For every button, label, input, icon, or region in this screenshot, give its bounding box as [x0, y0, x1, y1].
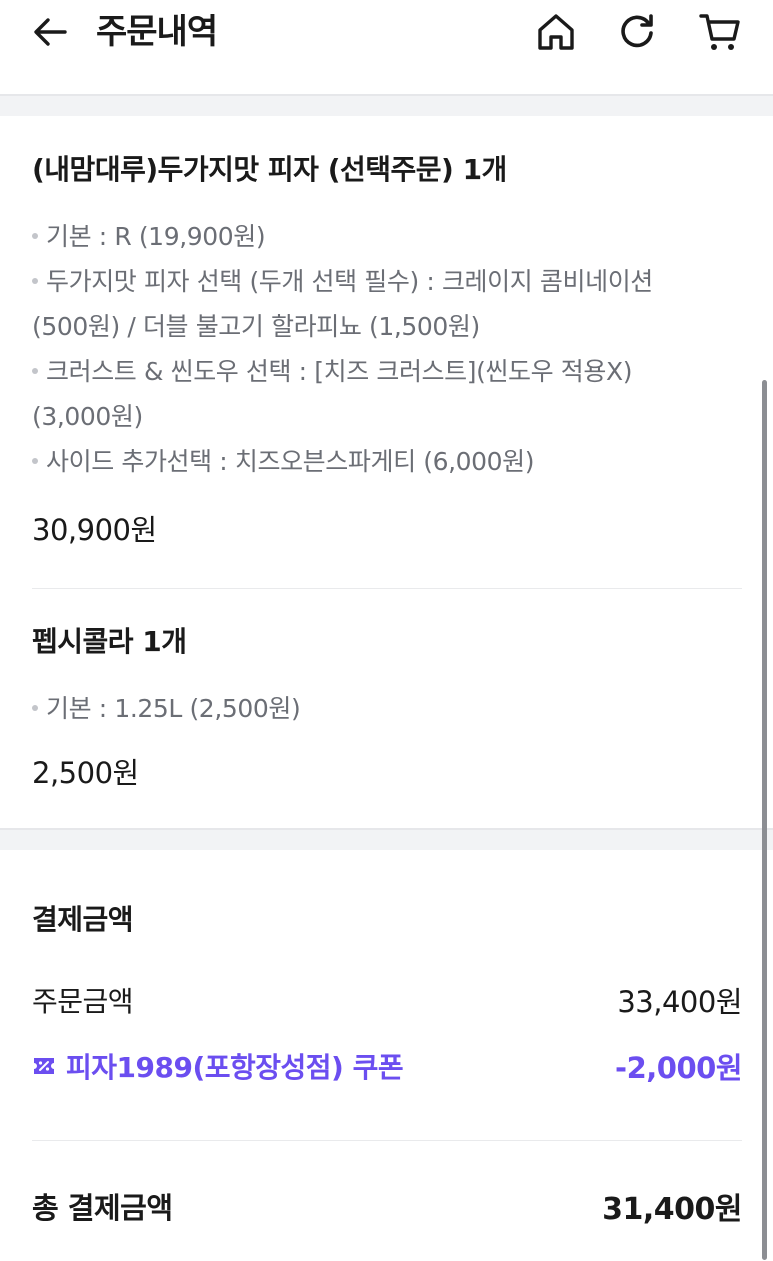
- coupon-icon: [32, 1055, 56, 1077]
- order-amount-row: 주문금액 33,400원: [32, 978, 742, 1022]
- option-line: 사이드 추가선택 : 치즈오븐스파게티 (6,000원): [32, 439, 742, 484]
- arrow-left-icon: [34, 18, 67, 46]
- refresh-icon: [621, 14, 653, 48]
- item-title: (내맘대루)두가지맛 피자 (선택주문) 1개: [32, 153, 507, 186]
- option-line: 두가지맛 피자 선택 (두개 선택 필수) : 크레이지 콤비네이션: [32, 259, 742, 304]
- total-amount-row: 총 결제금액 31,400원: [32, 1184, 742, 1228]
- back-button[interactable]: [30, 12, 70, 52]
- vertical-scrollbar[interactable]: [762, 380, 767, 1260]
- option-text: 기본 : R (19,900원): [46, 222, 266, 251]
- cart-icon: [699, 14, 740, 50]
- option-list: 기본 : 1.25L (2,500원): [32, 686, 742, 731]
- item-divider: [32, 588, 742, 589]
- bullet-dot: [32, 458, 38, 464]
- option-text: 사이드 추가선택 : 치즈오븐스파게티 (6,000원): [46, 447, 535, 476]
- option-text: 크러스트 & 씬도우 선택 : [치즈 크러스트](씬도우 적용X): [46, 357, 633, 386]
- option-text: (500원) / 더블 불고기 할라피뇨 (1,500원): [32, 312, 480, 341]
- item-price: 30,900원: [32, 513, 157, 547]
- total-amount-label: 총 결제금액: [32, 1191, 173, 1225]
- total-divider: [32, 1140, 742, 1141]
- cart-button[interactable]: [698, 10, 742, 54]
- item-price: 2,500원: [32, 756, 139, 790]
- bullet-dot: [32, 278, 38, 284]
- order-history-page: 주문내역 (내맘대루)두가지맛 피자 (선택주문) 1개 기본 : R (19,…: [0, 0, 773, 1261]
- home-button[interactable]: [534, 10, 578, 54]
- coupon-label-group: 피자1989(포항장성점) 쿠폰: [32, 1046, 404, 1086]
- option-text: (3,000원): [32, 402, 143, 431]
- option-line-continued: (3,000원): [32, 394, 742, 439]
- page-title: 주문내역: [96, 12, 218, 52]
- option-list: 기본 : R (19,900원) 두가지맛 피자 선택 (두개 선택 필수) :…: [32, 214, 742, 484]
- bullet-dot: [32, 705, 38, 711]
- option-line: 기본 : 1.25L (2,500원): [32, 686, 742, 731]
- refresh-button[interactable]: [615, 10, 659, 54]
- option-line: 크러스트 & 씬도우 선택 : [치즈 크러스트](씬도우 적용X): [32, 349, 742, 394]
- option-line-continued: (500원) / 더블 불고기 할라피뇨 (1,500원): [32, 304, 742, 349]
- bullet-dot: [32, 368, 38, 374]
- coupon-discount-value: -2,000원: [615, 1051, 742, 1085]
- total-amount-value: 31,400원: [602, 1192, 742, 1227]
- payment-section-title: 결제금액: [32, 903, 134, 936]
- order-amount-value: 33,400원: [617, 985, 742, 1019]
- option-line: 기본 : R (19,900원): [32, 214, 742, 259]
- coupon-row: 피자1989(포항장성점) 쿠폰 -2,000원: [32, 1044, 742, 1088]
- order-amount-label: 주문금액: [32, 985, 134, 1018]
- option-text: 두가지맛 피자 선택 (두개 선택 필수) : 크레이지 콤비네이션: [46, 267, 653, 296]
- app-header: 주문내역: [0, 0, 773, 92]
- order-item: (내맘대루)두가지맛 피자 (선택주문) 1개 기본 : R (19,900원)…: [32, 150, 742, 550]
- item-title: 펩시콜라 1개: [32, 625, 187, 658]
- section-divider: [0, 828, 773, 850]
- coupon-label: 피자1989(포항장성점) 쿠폰: [66, 1051, 404, 1084]
- order-item: 펩시콜라 1개 기본 : 1.25L (2,500원) 2,500원: [32, 622, 742, 793]
- home-icon: [538, 14, 574, 50]
- bullet-dot: [32, 233, 38, 239]
- option-text: 기본 : 1.25L (2,500원): [46, 694, 301, 723]
- section-divider: [0, 94, 773, 116]
